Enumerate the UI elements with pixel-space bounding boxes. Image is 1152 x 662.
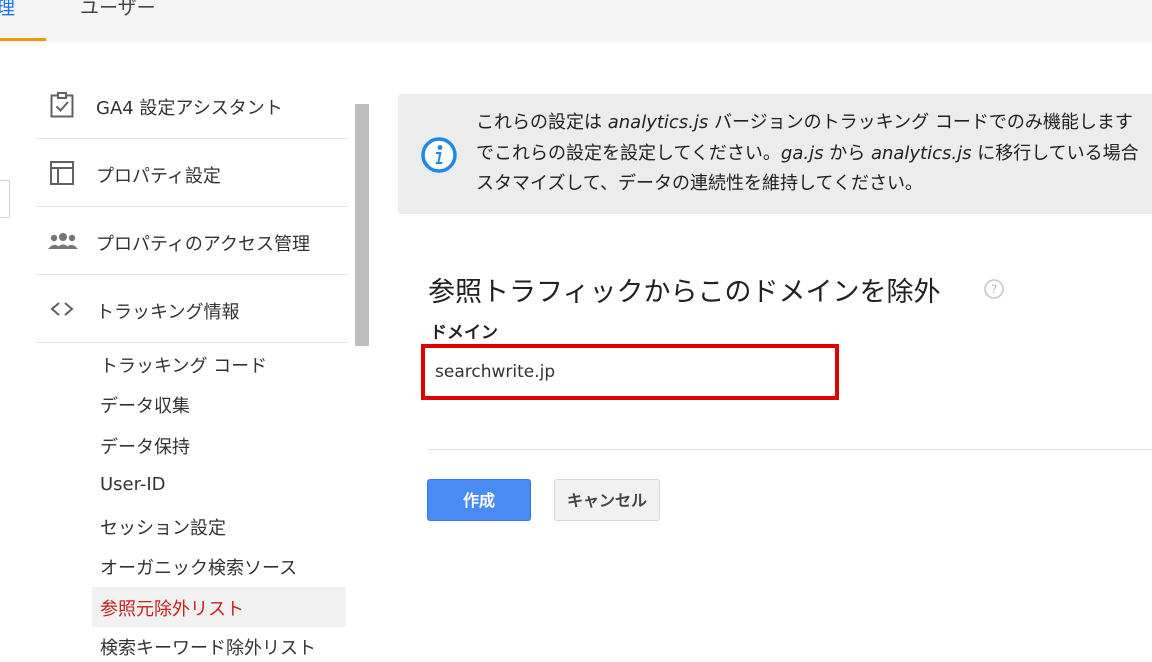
domain-field-label: ドメイン <box>430 323 498 343</box>
sidebar-item-label: GA4 設定アシスタント <box>96 98 283 119</box>
tab-admin[interactable]: 理 <box>0 0 15 18</box>
sidebar-item-property-settings[interactable]: プロパティ設定 <box>36 140 348 207</box>
sub-item-user-id[interactable]: User-ID <box>100 474 166 495</box>
code-icon <box>50 302 74 316</box>
left-panel-edge <box>0 180 10 218</box>
sub-item-tracking-code[interactable]: トラッキング コード <box>100 352 267 378</box>
domain-input[interactable] <box>435 356 815 388</box>
info-message: これらの設定は analytics.js バージョンのトラッキング コードでのみ… <box>476 112 1139 194</box>
help-icon[interactable]: ? <box>983 278 1005 300</box>
sidebar-item-label: プロパティのアクセス管理 <box>96 234 311 255</box>
section-title: 参照トラフィックからこのドメインを除外 <box>428 277 941 308</box>
sub-item-data-retention[interactable]: データ保持 <box>100 433 190 459</box>
sub-item-session-settings[interactable]: セッション設定 <box>100 514 226 540</box>
sub-item-data-collection[interactable]: データ収集 <box>100 392 190 418</box>
svg-text:?: ? <box>991 283 997 297</box>
sidebar-item-tracking-info[interactable]: トラッキング情報 <box>36 276 348 343</box>
layout-icon <box>50 161 74 185</box>
divider <box>428 449 1152 450</box>
sub-item-referral-exclusion-list[interactable]: 参照元除外リスト <box>100 595 244 621</box>
sidebar-item-ga4-setup-assistant[interactable]: GA4 設定アシスタント <box>36 72 348 139</box>
sidebar-item-label: トラッキング情報 <box>96 302 240 323</box>
cancel-button[interactable]: キャンセル <box>554 479 660 521</box>
sidebar-item-property-access[interactable]: プロパティのアクセス管理 <box>36 208 348 275</box>
create-button[interactable]: 作成 <box>427 479 531 521</box>
sub-item-organic-search-sources[interactable]: オーガニック検索ソース <box>100 554 297 580</box>
domain-field-highlight <box>421 344 839 400</box>
tab-user[interactable]: ユーザー <box>80 0 156 18</box>
sidebar-item-label: プロパティ設定 <box>96 166 221 187</box>
sidebar: GA4 設定アシスタント プロパティ設定 プロパティのアクセス管理 トラッキング… <box>36 72 348 662</box>
tab-active-indicator <box>0 38 46 41</box>
sub-item-search-term-exclusion-list[interactable]: 検索キーワード除外リスト <box>100 634 316 660</box>
top-tab-bar: 理 ユーザー <box>0 0 1152 42</box>
people-icon <box>48 233 78 249</box>
sidebar-scrollbar[interactable] <box>355 104 369 346</box>
clipboard-check-icon <box>50 92 74 118</box>
info-icon <box>421 137 457 173</box>
